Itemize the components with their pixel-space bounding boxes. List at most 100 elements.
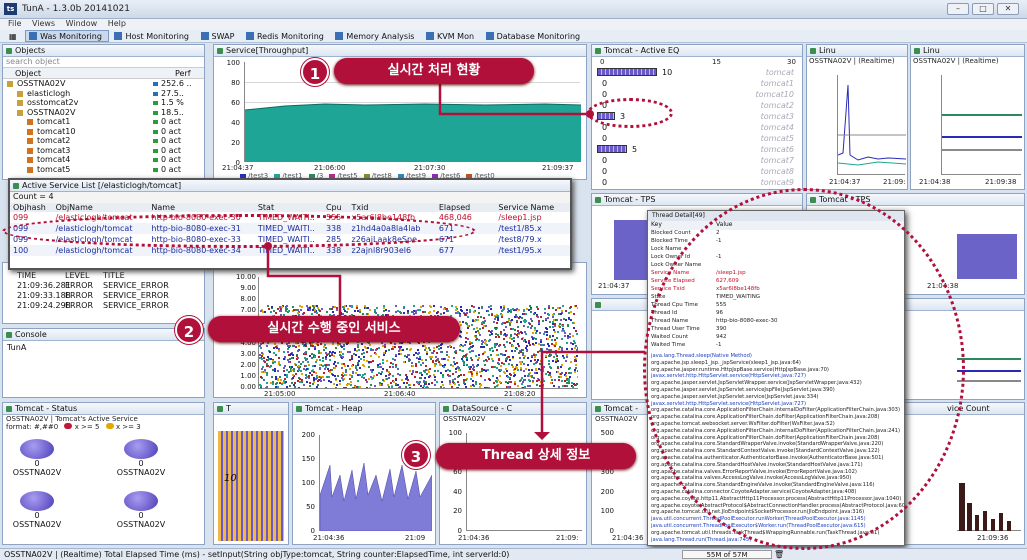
tree-row[interactable]: osstomcat2v 1.5 % [3,98,204,108]
callout-label-2: 실시간 수행 중인 서비스 [208,316,460,342]
tree-row[interactable]: OSSTNA02V 252.6 .. [3,79,204,89]
cell-svc: /sleep1.jsp [498,213,542,222]
minimize-button[interactable]: – [947,3,969,15]
tree-row[interactable]: tomcat10 0 act [3,127,204,137]
y-tick: 1.00 [240,372,256,380]
tree-row[interactable]: tomcat5 0 act [3,165,204,175]
eq-count: 0 [602,178,608,187]
throughput-title[interactable]: Service[Throughput] [214,45,586,57]
linux-title-2[interactable]: Linu [911,45,1024,57]
status-item[interactable]: 0 OSSTNA02V [111,491,171,529]
tree-row-name: OSSTNA02V [17,79,66,88]
y-tick: 60 [231,99,240,107]
column-header[interactable]: Name [148,203,254,212]
tab-memory-analysis[interactable]: Memory Analysis [332,31,420,43]
tab-was-monitoring[interactable]: Was Monitoring [25,30,109,42]
tab-swap[interactable]: SWAP [198,31,241,43]
status-item[interactable]: 0 OSSTNA02V [111,439,171,477]
status-item-label: OSSTNA02V [116,468,166,477]
server-orb-icon [124,491,158,511]
tab-host-monitoring[interactable]: Host Monitoring [111,31,195,43]
tree-row-name: tomcat2 [37,136,71,145]
column-header[interactable]: Objhash [10,203,53,212]
status-item[interactable]: 0 OSSTNA02V [7,439,67,477]
trash-icon[interactable]: 🗑 [774,549,784,560]
grid-icon[interactable]: ▦ [6,31,23,43]
tree-row[interactable]: elasticlogh 27.5.. [3,89,204,99]
eq-label: tomcat3 [760,112,794,121]
column-header[interactable]: Elapsed [436,203,496,212]
column-header[interactable]: Service Name [495,203,570,212]
eq-row[interactable]: 0 tomcat1 [594,78,800,89]
console-text: TunA [7,343,27,352]
linux2-xtick: 21:04:38 [919,178,951,186]
throughput-xtick: 21:04:37 [222,164,254,172]
eq-row[interactable]: 0 tomcat9 [594,177,800,188]
tree-row[interactable]: tomcat3 0 act [3,146,204,156]
alert-row[interactable]: 21:09:24.298 ERROR SERVICE_ERROR [3,301,204,311]
tree-row[interactable]: tomcat2 0 act [3,136,204,146]
close-button[interactable]: ✕ [997,3,1019,15]
status-dot-icon [153,148,158,153]
eq-row[interactable]: 5 tomcat6 [594,144,800,155]
eq-row[interactable]: 10 tomcat [594,67,800,78]
alert-row[interactable]: 21:09:36.281 ERROR SERVICE_ERROR [3,281,204,291]
alert-col-time[interactable]: TIME [17,271,36,280]
search-input[interactable]: search object [3,57,204,68]
menu-views[interactable]: Views [32,19,55,28]
menu-file[interactable]: File [8,19,21,28]
eq-row[interactable]: 0 tomcat7 [594,155,800,166]
linux-panel-1: Linu OSSTNA02V | (Realtime) 21:04:37 21:… [806,44,908,190]
status-title[interactable]: Tomcat - Status [3,403,204,415]
throughput-xtick: 21:09:37 [542,164,574,172]
t-panel-title[interactable]: T [214,403,288,415]
eq-row[interactable]: 0 tomcat8 [594,166,800,177]
status-item-label: OSSTNA02V [12,468,62,477]
column-header[interactable]: Txid [349,203,436,212]
column-header[interactable]: ObjName [53,203,149,212]
column-header[interactable]: Stat [255,203,323,212]
tree-row-name: tomcat5 [37,164,71,174]
status-subtitle: OSSTNA02V | Tomcat's Active Service [6,415,138,423]
alert-col-level[interactable]: LEVEL [65,271,90,280]
col-perf[interactable]: Perf [175,69,191,78]
y-tick: 2.00 [240,361,256,369]
memory-indicator[interactable]: 55M of 57M [682,550,772,559]
tab-redis-monitoring[interactable]: Redis Monitoring [243,31,330,43]
tomcat-icon [27,157,33,163]
column-header[interactable]: Cpu [323,203,349,212]
eq-row[interactable]: 0 tomcat5 [594,133,800,144]
maximize-button[interactable]: □ [972,3,994,15]
server-orb-icon [20,491,54,511]
col-object[interactable]: Object [15,69,41,78]
eq-count: 5 [632,145,638,154]
xlog-xtick: 21:06:40 [384,390,416,398]
tree-row[interactable]: OSSTNA02V 18.5.. [3,108,204,118]
y-tick: 40 [231,119,240,127]
tree-row-perf: 18.5.. [161,107,184,117]
status-format-text: format: #,##0 [6,423,59,431]
tab-database-monitoring[interactable]: Database Monitoring [483,31,587,43]
status-item-label: OSSTNA02V [116,520,166,529]
linux2-xtick: 21:09:38 [985,178,1017,186]
eq-scale-0: 0 [600,58,605,66]
callout-connector-2 [264,242,342,318]
tree-row[interactable]: tomcat4 0 act [3,155,204,165]
y-tick: 80 [231,79,240,87]
menu-window[interactable]: Window [66,19,98,28]
tab-kvm-mon[interactable]: KVM Mon [423,31,480,43]
menu-help[interactable]: Help [108,19,126,28]
eq-count: 10 [662,68,673,77]
heap-title[interactable]: Tomcat - Heap [293,403,435,415]
tree-row[interactable]: tomcat1 0 act [3,117,204,127]
active-eq-title[interactable]: Tomcat - Active EQ [592,45,802,57]
active-service-title[interactable]: Active Service List [/elasticlogh/tomcat… [10,180,570,192]
console-title[interactable]: Console [3,329,204,341]
status-item[interactable]: 0 OSSTNA02V [7,491,67,529]
alert-row[interactable]: 21:09:33.188 ERROR SERVICE_ERROR [3,291,204,301]
linux-title-1[interactable]: Linu [807,45,907,57]
eq-bar [597,145,627,153]
alert-col-title[interactable]: TITLE [103,271,125,280]
objects-panel-title[interactable]: Objects [3,45,204,57]
callout-label-1: 실시간 처리 현황 [334,58,534,84]
